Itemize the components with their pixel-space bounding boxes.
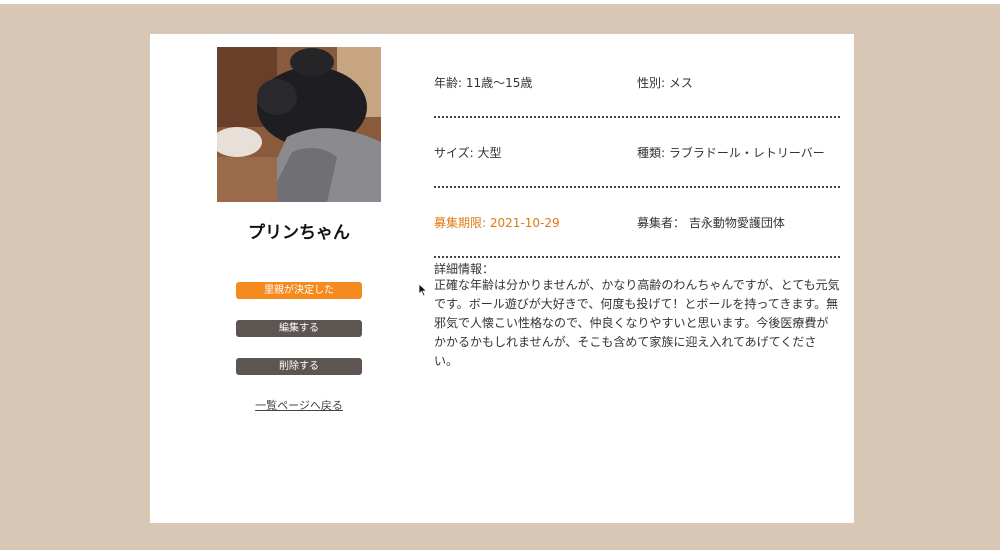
info-row-deadline-recruiter: 募集期限: 2021-10-29 募集者： 吉永動物愛護団体 [434, 188, 840, 258]
gender-text: 性別: メス [637, 76, 693, 90]
top-bar [0, 0, 1000, 4]
pet-info-column: 年齢: 11歳〜15歳 性別: メス サイズ: 大型 種類: ラブラドール・レト… [434, 34, 840, 523]
details-body: 正確な年齢は分かりませんが、かなり高齢のわんちゃんですが、とても元気です。ボール… [434, 278, 840, 368]
delete-button[interactable]: 削除する [236, 358, 362, 375]
info-row-size-breed: サイズ: 大型 種類: ラブラドール・レトリーバー [434, 118, 840, 188]
edit-button[interactable]: 編集する [236, 320, 362, 337]
deadline-text: 募集期限: 2021-10-29 [434, 216, 560, 230]
recruiter-text: 募集者： 吉永動物愛護団体 [637, 216, 785, 230]
back-to-list-link[interactable]: 一覧ページへ戻る [150, 397, 448, 413]
breed-text: 種類: ラブラドール・レトリーバー [637, 146, 825, 160]
info-row-age-gender: 年齢: 11歳〜15歳 性別: メス [434, 48, 840, 118]
adopted-button[interactable]: 里親が決定した [236, 282, 362, 299]
pet-name: プリンちゃん [248, 223, 350, 243]
details-title: 詳細情報： [434, 262, 495, 276]
pet-summary-column: プリンちゃん 里親が決定した 編集する 削除する 一覧ページへ戻る [150, 34, 430, 523]
mouse-cursor-icon [418, 283, 428, 297]
size-text: サイズ: 大型 [434, 146, 502, 160]
age-text: 年齢: 11歳〜15歳 [434, 76, 533, 90]
pet-detail-card: プリンちゃん 里親が決定した 編集する 削除する 一覧ページへ戻る 年齢: 11… [150, 34, 854, 523]
pet-photo [217, 47, 381, 202]
